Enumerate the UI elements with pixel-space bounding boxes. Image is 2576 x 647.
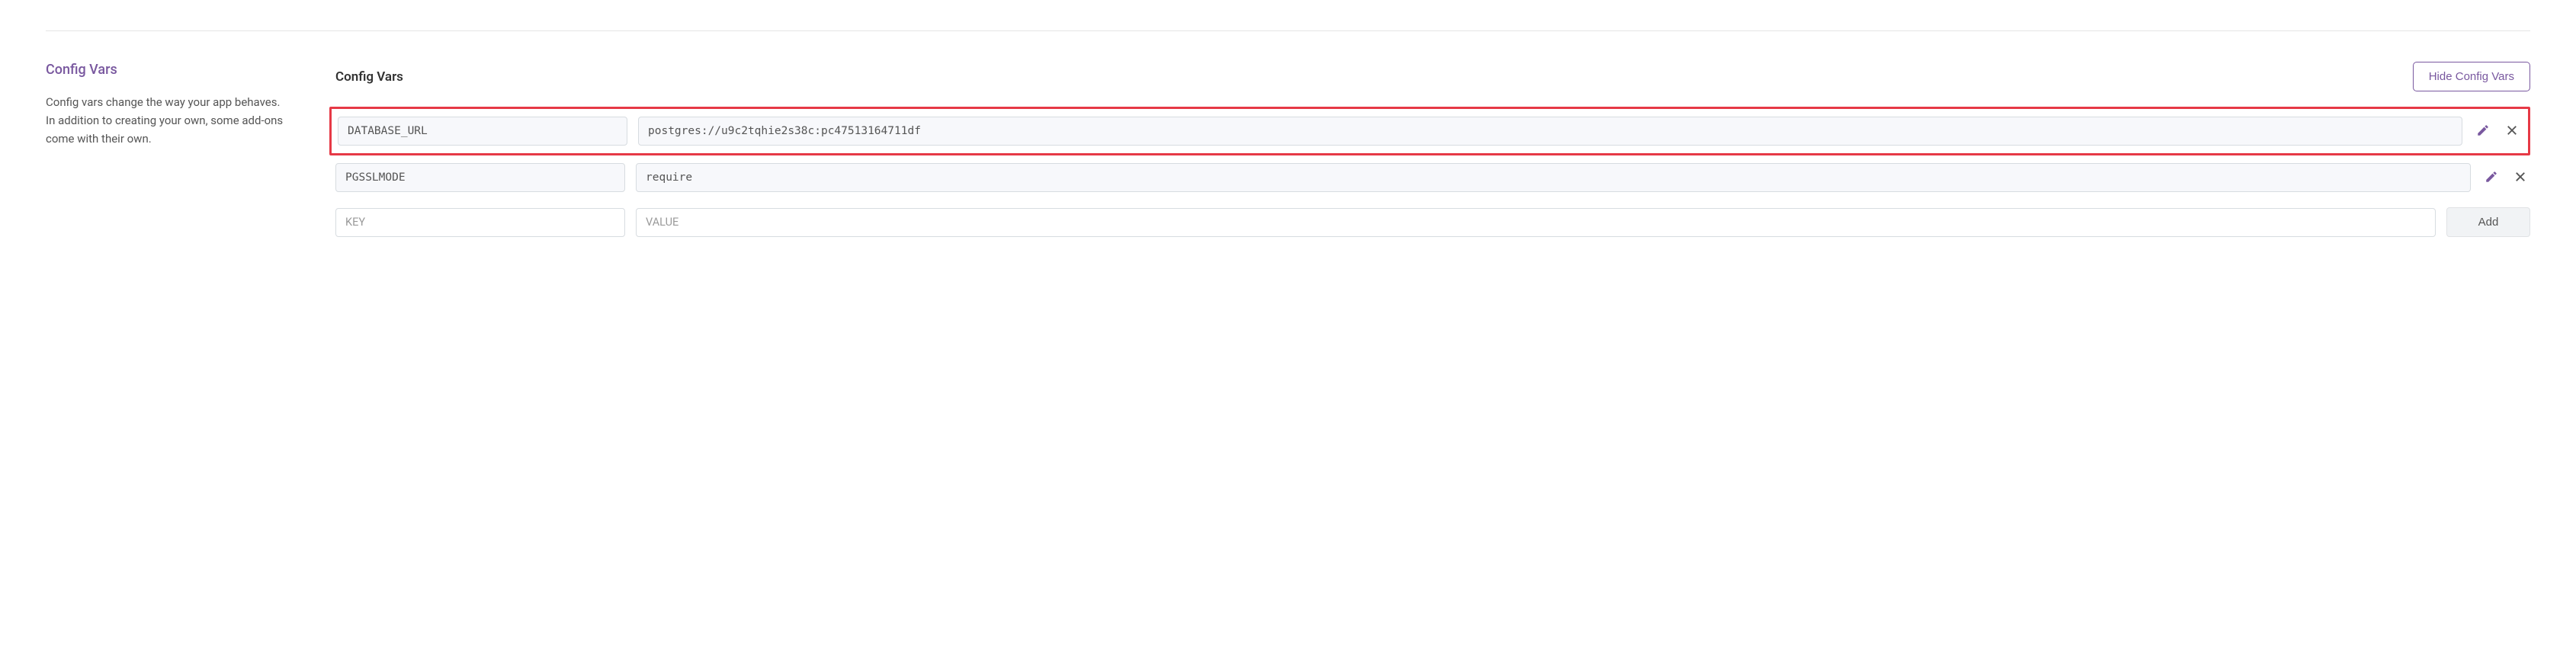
pencil-icon — [2485, 170, 2498, 186]
config-var-actions — [2481, 167, 2530, 189]
edit-config-var-button[interactable] — [2473, 120, 2493, 143]
config-var-key-input[interactable] — [335, 208, 625, 237]
sidebar-description: Config vars change the way your app beha… — [46, 93, 290, 148]
config-var-row: DATABASE_URL postgres://u9c2tqhie2s38c:p… — [329, 107, 2530, 155]
config-var-value[interactable]: postgres://u9c2tqhie2s38c:pc47513164711d… — [638, 117, 2462, 146]
pencil-icon — [2476, 123, 2490, 139]
close-icon — [2505, 123, 2519, 139]
config-var-key[interactable]: PGSSLMODE — [335, 163, 625, 192]
config-var-row: PGSSLMODE require — [335, 155, 2530, 200]
delete-config-var-button[interactable] — [2510, 167, 2530, 189]
config-vars-section: Config Vars Config vars change the way y… — [46, 62, 2530, 245]
config-vars-header: Config Vars Hide Config Vars — [335, 62, 2530, 91]
close-icon — [2513, 170, 2527, 186]
edit-config-var-button[interactable] — [2481, 167, 2501, 189]
config-var-value-input[interactable] — [636, 208, 2436, 237]
sidebar-title: Config Vars — [46, 62, 290, 78]
config-var-new-row: Add — [335, 200, 2530, 245]
hide-config-vars-button[interactable]: Hide Config Vars — [2413, 62, 2530, 91]
config-vars-main: Config Vars Hide Config Vars DATABASE_UR… — [335, 62, 2530, 245]
config-var-actions — [2473, 120, 2522, 143]
config-var-value[interactable]: require — [636, 163, 2471, 192]
config-var-key[interactable]: DATABASE_URL — [338, 117, 627, 146]
config-vars-sidebar: Config Vars Config vars change the way y… — [46, 62, 290, 245]
add-config-var-button[interactable]: Add — [2446, 207, 2530, 237]
delete-config-var-button[interactable] — [2502, 120, 2522, 143]
section-divider — [46, 30, 2530, 31]
config-vars-title: Config Vars — [335, 69, 403, 85]
